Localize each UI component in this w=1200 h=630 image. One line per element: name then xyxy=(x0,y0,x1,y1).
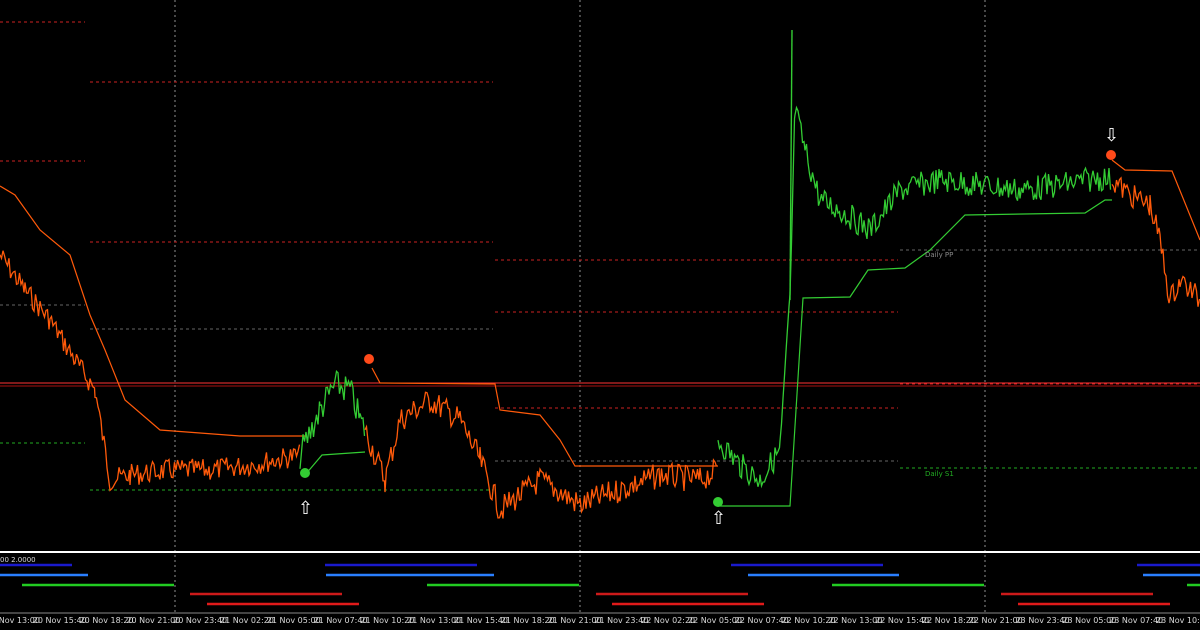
pivot-levels xyxy=(0,21,1200,491)
indicator-pane xyxy=(0,563,1200,606)
indicator-label: 00 2.0000 xyxy=(0,556,36,564)
signal-dot-3 xyxy=(1106,150,1116,160)
trailing-stop-line xyxy=(0,159,1200,507)
signal-dot-2 xyxy=(713,497,723,507)
sell-arrow-icon: ⇩ xyxy=(1104,125,1120,146)
time-axis: 20 Nov 13:0020 Nov 15:4020 Nov 18:2020 N… xyxy=(0,614,1200,630)
price-bearish-3 xyxy=(1111,176,1200,307)
buy-arrow-icon: ⇧ xyxy=(298,498,314,519)
signal-dot-1 xyxy=(364,354,374,364)
chart-grid xyxy=(0,0,1200,614)
level-label-support: Daily S1 xyxy=(925,470,954,478)
buy-arrow-icon: ⇧ xyxy=(711,508,727,529)
trail-bullish-1 xyxy=(304,451,366,476)
time-label: 23 Nov 10:20 xyxy=(1156,616,1200,625)
level-label-pp: Daily PP xyxy=(925,251,954,259)
trail-bullish-2 xyxy=(718,199,1112,507)
price-bearish-2 xyxy=(364,391,718,519)
signal-dot-0 xyxy=(300,468,310,478)
price-bullish-2 xyxy=(717,105,1112,489)
price-bearish-1 xyxy=(0,250,301,492)
trail-bearish-3 xyxy=(1111,159,1200,241)
price-series xyxy=(0,29,1200,519)
price-chart xyxy=(0,0,1200,614)
